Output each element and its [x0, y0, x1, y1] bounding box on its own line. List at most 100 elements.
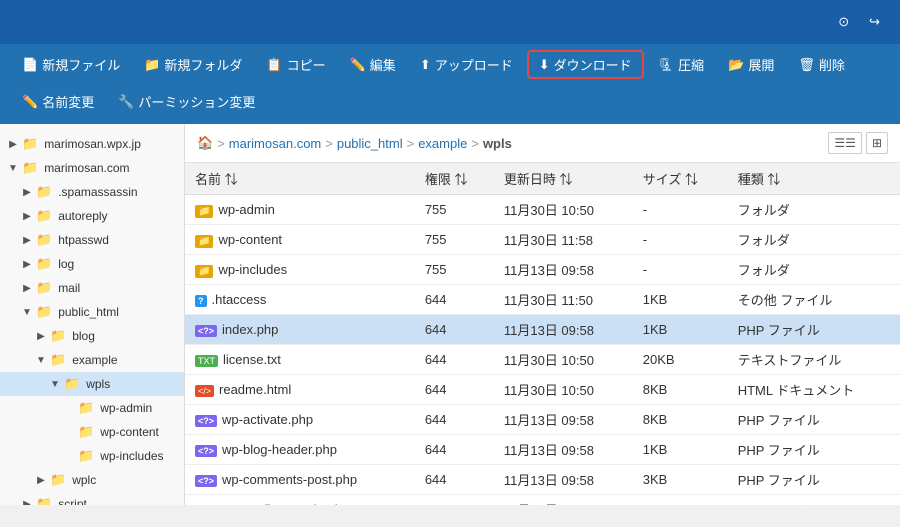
sidebar-item-public-html[interactable]: ▼📁public_html	[0, 300, 184, 324]
edit-button[interactable]: ✏️編集	[340, 50, 406, 79]
sidebar-item--spamassassin[interactable]: ▶📁.spamassassin	[0, 180, 184, 204]
copy-button[interactable]: 📋コピー	[256, 50, 335, 79]
file-date-cell: 11月13日 09:58	[494, 405, 633, 435]
sidebar-item-label: .spamassassin	[58, 185, 137, 199]
sidebar-item-wpls[interactable]: ▼📁 wpls	[0, 372, 184, 396]
file-date-cell: 11月30日 11:50	[494, 285, 633, 315]
sidebar-item-autoreply[interactable]: ▶📁autoreply	[0, 204, 184, 228]
delete-button[interactable]: 🗑削除	[788, 50, 855, 79]
expand-label: 展開	[748, 55, 774, 74]
file-perm-cell: 755	[415, 225, 494, 255]
file-size-cell: 8KB	[633, 375, 728, 405]
sidebar-item-wp-admin[interactable]: 📁 wp-admin	[0, 396, 184, 420]
file-perm-cell: 644	[415, 435, 494, 465]
sidebar-item-label: example	[72, 353, 117, 367]
home-icon[interactable]: 🏠	[197, 135, 213, 151]
table-row[interactable]: ?.htaccess64411月30日 11:501KBその他 ファイル	[185, 285, 900, 315]
rename-button[interactable]: ✏️名前変更	[12, 87, 104, 116]
sidebar-item-wplc[interactable]: ▶📁wplc	[0, 468, 184, 492]
folder-icon: 📁	[36, 208, 52, 224]
sidebar-item-mail[interactable]: ▶📁mail	[0, 276, 184, 300]
column-header-権限[interactable]: 権限 ⇅	[415, 163, 494, 195]
file-name: index.php	[222, 322, 278, 337]
sidebar-item-blog[interactable]: ▶📁blog	[0, 324, 184, 348]
file-name-cell: <?>index.php	[185, 315, 415, 345]
rename-icon: ✏️	[22, 94, 38, 110]
breadcrumb-link-example[interactable]: example	[418, 136, 467, 151]
file-perm-cell: 755	[415, 195, 494, 225]
sidebar-item-label: wp-includes	[100, 449, 163, 463]
file-name: license.txt	[223, 352, 281, 367]
sidebar-item-wp-content[interactable]: 📁wp-content	[0, 420, 184, 444]
folder-icon: 📁	[36, 280, 52, 296]
file-date-cell: 11月13日 09:58	[494, 255, 633, 285]
sidebar-item-label: wpls	[86, 377, 110, 391]
file-type-cell: PHP ファイル	[728, 315, 900, 345]
file-date-cell: 11月30日 11:58	[494, 225, 633, 255]
sidebar-item-example[interactable]: ▼📁example	[0, 348, 184, 372]
html-icon: </>	[195, 385, 214, 397]
logout-link[interactable]: ↪	[869, 14, 884, 30]
table-row[interactable]: <?>wp-blog-header.php64411月13日 09:581KBP…	[185, 435, 900, 465]
compress-label: 圧縮	[678, 55, 704, 74]
folder-icon: 📁	[36, 184, 52, 200]
column-header-名前[interactable]: 名前 ⇅	[185, 163, 415, 195]
new-folder-button[interactable]: 📁新規フォルダ	[134, 50, 252, 79]
expand-button[interactable]: 📂展開	[718, 50, 784, 79]
folder-icon: 📁	[78, 400, 94, 416]
file-size-cell: 4KB	[633, 495, 728, 506]
sidebar-item-marimosan-wpx-jp[interactable]: ▶📁marimosan.wpx.jp	[0, 132, 184, 156]
file-date-cell: 11月30日 10:50	[494, 195, 633, 225]
txt-icon: TXT	[195, 355, 218, 367]
sidebar-item-wp-includes[interactable]: 📁wp-includes	[0, 444, 184, 468]
compress-icon: 🗜	[658, 57, 675, 73]
table-row[interactable]: <?>wp-comments-post.php64411月13日 09:583K…	[185, 465, 900, 495]
folder-icon: 📁	[50, 352, 66, 368]
file-perm-cell: 644	[415, 345, 494, 375]
table-row[interactable]: <?>wp-activate.php64411月13日 09:588KBPHP …	[185, 405, 900, 435]
sidebar-item-marimosan-com[interactable]: ▼📁marimosan.com	[0, 156, 184, 180]
tree-toggle-icon: ▶	[21, 211, 33, 222]
sidebar-item-label: wp-admin	[100, 401, 152, 415]
permission-label: パーミッション変更	[138, 92, 255, 111]
new-file-button[interactable]: 📄新規ファイル	[12, 50, 130, 79]
folder-icon: 📁	[64, 376, 80, 392]
permission-button[interactable]: 🔧パーミッション変更	[108, 87, 265, 116]
file-date-cell: 11月13日 09:58	[494, 465, 633, 495]
compress-button[interactable]: 🗜圧縮	[648, 50, 715, 79]
upload-icon: ⬆	[420, 57, 431, 73]
table-row[interactable]: <?>wp-config-sample.php64411月13日 09:584K…	[185, 495, 900, 506]
column-header-種類[interactable]: 種類 ⇅	[728, 163, 900, 195]
sidebar-item-htpasswd[interactable]: ▶📁htpasswd	[0, 228, 184, 252]
file-name-cell: <?>wp-activate.php	[185, 405, 415, 435]
tree-toggle-icon: ▼	[49, 379, 61, 390]
sidebar-item-label: script	[58, 497, 87, 505]
table-row[interactable]: </>readme.html64411月30日 10:508KBHTML ドキュ…	[185, 375, 900, 405]
table-row[interactable]: 📁wp-admin75511月30日 10:50-フォルダ	[185, 195, 900, 225]
list-view-button[interactable]: ☰☰	[828, 132, 862, 154]
table-row[interactable]: TXTlicense.txt64411月30日 10:5020KBテキストファイ…	[185, 345, 900, 375]
folder-icon: 📁	[22, 160, 38, 176]
breadcrumb-link-public_html[interactable]: public_html	[337, 136, 403, 151]
sidebar-item-log[interactable]: ▶📁log	[0, 252, 184, 276]
file-type-cell: フォルダ	[728, 255, 900, 285]
file-name: wp-content	[218, 232, 282, 247]
breadcrumb-separator: >	[407, 136, 415, 151]
table-row[interactable]: 📁wp-content75511月30日 11:58-フォルダ	[185, 225, 900, 255]
file-date-cell: 11月13日 09:58	[494, 495, 633, 506]
table-row[interactable]: 📁wp-includes75511月13日 09:58-フォルダ	[185, 255, 900, 285]
download-button[interactable]: ⬇ダウンロード	[527, 50, 644, 79]
table-row[interactable]: <?>index.php64411月13日 09:581KBPHP ファイル	[185, 315, 900, 345]
upload-button[interactable]: ⬆アップロード	[410, 50, 523, 79]
help-icon: ⊙	[838, 14, 849, 30]
tree-toggle-icon: ▼	[21, 307, 33, 318]
column-header-更新日時[interactable]: 更新日時 ⇅	[494, 163, 633, 195]
breadcrumb-link-marimosan.com[interactable]: marimosan.com	[229, 136, 321, 151]
help-link[interactable]: ⊙	[838, 14, 853, 30]
sidebar-item-label: htpasswd	[58, 233, 109, 247]
column-header-サイズ[interactable]: サイズ ⇅	[633, 163, 728, 195]
grid-view-button[interactable]: ⊞	[866, 132, 888, 154]
download-label: ダウンロード	[554, 55, 632, 74]
file-name-cell: <?>wp-blog-header.php	[185, 435, 415, 465]
sidebar-item-script[interactable]: ▶📁script	[0, 492, 184, 505]
